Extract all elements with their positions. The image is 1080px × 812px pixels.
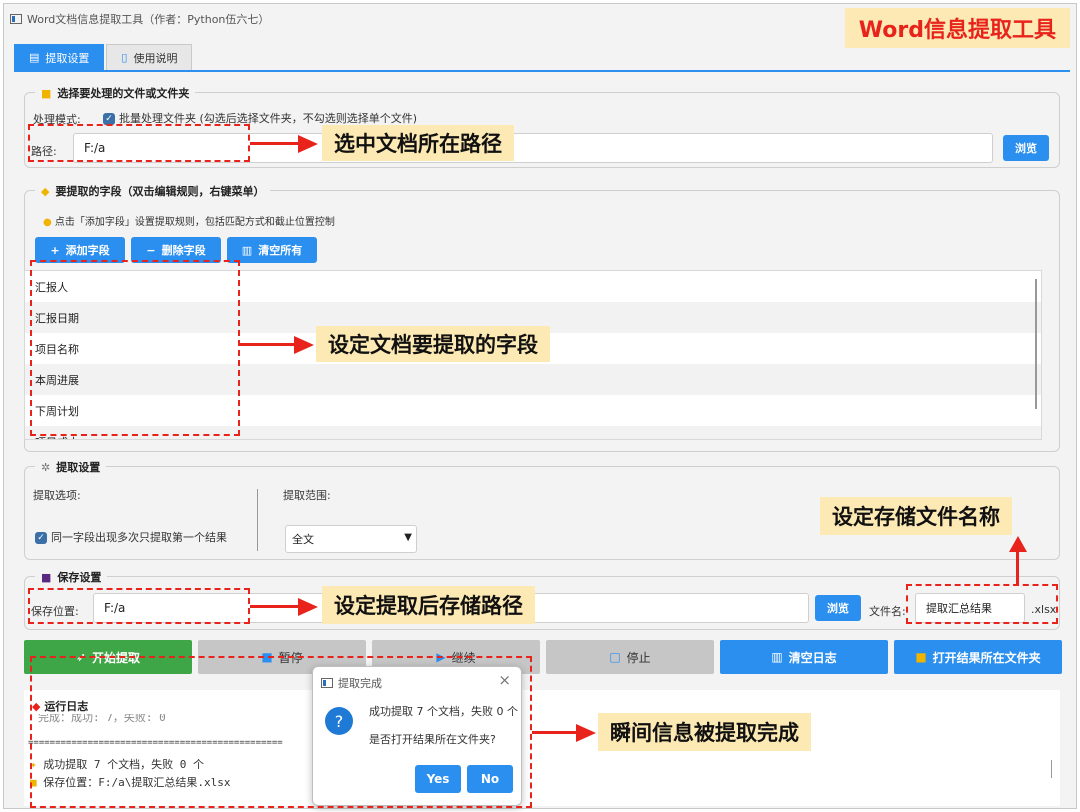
result-highlight-box (30, 656, 532, 808)
tab-label: 提取设置 (45, 51, 90, 65)
browse-save-button[interactable]: 浏览 (815, 595, 861, 621)
plus-icon: + (50, 243, 60, 257)
folder-icon: ■ (41, 86, 52, 100)
tab-extract-settings[interactable]: ▤ 提取设置 (14, 44, 105, 70)
folder-icon: ■ (915, 650, 927, 664)
result-arrow (532, 731, 578, 734)
arrow-head-icon (294, 336, 314, 354)
fields-callout: 设定文档要提取的字段 (316, 326, 550, 362)
window-title: Word文档信息提取工具（作者：Python伍六七） (27, 13, 270, 26)
stop-button[interactable]: □ 停止 (546, 640, 714, 674)
lightbulb-icon: ● (43, 217, 52, 228)
fields-highlight-box (30, 260, 240, 436)
filename-highlight-box (906, 584, 1058, 624)
tab-instructions[interactable]: ▯ 使用说明 (106, 44, 193, 70)
filename-callout: 设定存储文件名称 (820, 497, 1012, 535)
tab-label: 使用说明 (133, 51, 178, 65)
filename-arrow (1016, 550, 1019, 584)
done-callout: 瞬间信息被提取完成 (598, 713, 811, 751)
save-icon: ■ (41, 570, 52, 584)
save-callout: 设定提取后存储路径 (322, 586, 535, 624)
save-arrow (250, 605, 300, 608)
options-label: 提取选项: (33, 489, 81, 502)
group-title: ◆ 要提取的字段（双击编辑规则，右键菜单） (35, 183, 271, 199)
arrow-head-icon (298, 598, 318, 616)
arrow-head-icon (576, 724, 596, 742)
app-icon (10, 14, 22, 24)
path-highlight-box (28, 124, 250, 162)
range-label: 提取范围: (283, 489, 331, 502)
book-icon: ▯ (121, 51, 128, 64)
minus-icon: − (146, 243, 156, 257)
first-result-checkbox[interactable]: ✓ 同一字段出现多次只提取第一个结果 (35, 529, 227, 545)
stop-icon: □ (609, 650, 621, 664)
group-title: ✲ 提取设置 (35, 459, 107, 475)
browse-path-button[interactable]: 浏览 (1003, 135, 1049, 161)
path-arrow (250, 142, 300, 145)
checkbox-checked-icon: ✓ (35, 532, 47, 544)
list-scrollbar[interactable] (1035, 279, 1037, 409)
group-title: ■ 选择要处理的文件或文件夹 (35, 85, 196, 101)
document-icon: ▤ (29, 51, 40, 64)
dropdown-arrow-icon: ▼ (404, 532, 412, 543)
gear-icon: ✲ (41, 460, 51, 474)
fields-tip: ● 点击「添加字段」设置提取规则，包括匹配方式和截止位置控制 (43, 217, 335, 228)
title-badge: Word信息提取工具 (844, 8, 1070, 48)
path-callout: 选中文档所在路径 (322, 125, 514, 161)
save-highlight-box (28, 588, 250, 624)
clear-log-button[interactable]: ▥ 清空日志 (720, 640, 888, 674)
trash-icon: ▥ (771, 650, 783, 664)
filename-label: 文件名: (869, 605, 906, 618)
range-select[interactable]: 全文 ▼ (285, 525, 417, 553)
tab-bar: ▤ 提取设置 ▯ 使用说明 (14, 44, 194, 70)
trash-icon: ▥ (241, 243, 253, 257)
tag-icon: ◆ (41, 184, 50, 198)
log-scrollbar[interactable] (1051, 760, 1052, 778)
fields-arrow (240, 343, 296, 346)
clear-all-button[interactable]: ▥ 清空所有 (227, 237, 317, 263)
arrow-head-icon (298, 135, 318, 153)
open-folder-button[interactable]: ■ 打开结果所在文件夹 (894, 640, 1062, 674)
group-title: ■ 保存设置 (35, 569, 108, 585)
vertical-divider (257, 489, 258, 551)
